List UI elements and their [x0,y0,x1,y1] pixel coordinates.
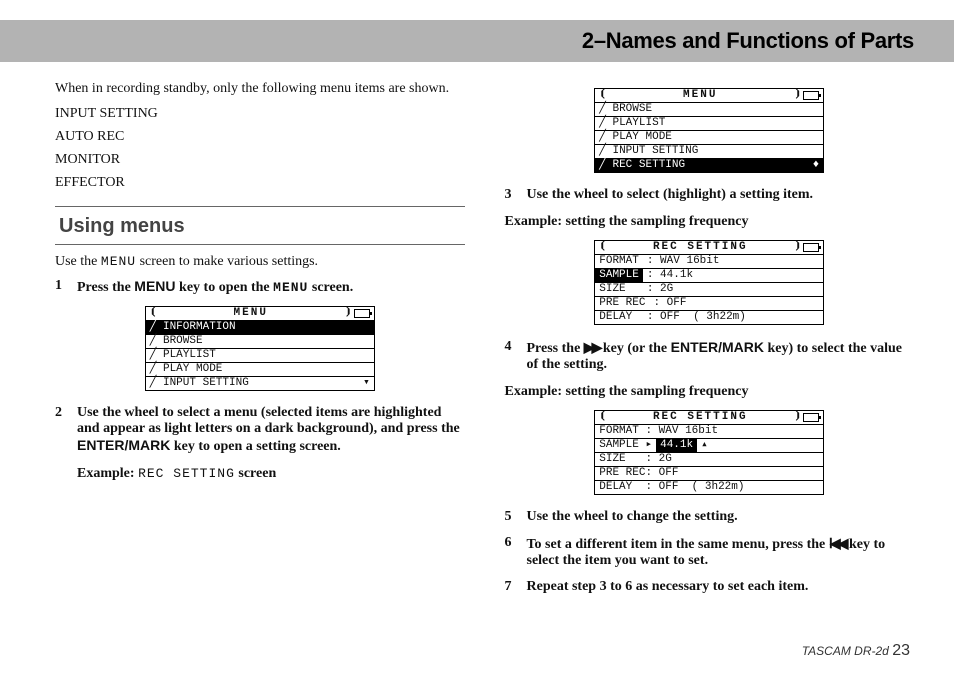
step-2: 2 Use the wheel to select a menu (select… [55,405,465,455]
lcd-row: SAMPLE: 44.1k [595,269,823,283]
step-6: 6 To set a different item in the same me… [505,535,915,569]
lcd-row: SIZE : 2G [595,283,823,297]
example-label: Example: setting the sampling frequency [505,383,915,402]
divider [55,244,465,245]
page-title: 2–Names and Functions of Parts [582,28,914,54]
lcd-row: ╱ PLAY MODE [595,131,823,145]
manual-page: 2–Names and Functions of Parts When in r… [0,0,954,680]
lcd-row: ╱ REC SETTING♦ [595,159,823,172]
scroll-icon: ♦ [813,160,820,171]
lcd-menu-2: ⦗MENU⦘ ╱ BROWSE ╱ PLAYLIST ╱ PLAY MODE ╱… [594,88,824,173]
lcd-row: DELAY : OFF ( 3h22m) [595,481,823,494]
menu-item: AUTO REC [55,128,465,147]
menu-label: MENU [101,254,136,269]
left-column: When in recording standby, only the foll… [55,80,465,640]
rewind-icon: Ⅰ◀◀ [829,535,846,551]
lcd-row: ╱ PLAYLIST [146,349,374,363]
battery-icon [354,309,370,318]
lcd-row: DELAY : OFF ( 3h22m) [595,311,823,324]
section-title: Using menus [55,215,465,238]
lcd-row: ╱ PLAY MODE [146,363,374,377]
footer: TASCAM DR-2d 23 [802,642,910,660]
battery-icon [803,91,819,100]
lcd-rec-setting-2: ⦗REC SETTING⦘ FORMAT : WAV 16bit SAMPLE … [594,410,824,495]
footer-model: TASCAM DR-2d [802,644,892,658]
content-columns: When in recording standby, only the foll… [55,80,914,640]
intro-text: When in recording standby, only the foll… [55,80,465,99]
lcd-rec-setting-1: ⦗REC SETTING⦘ FORMAT: WAV 16bit SAMPLE: … [594,240,824,325]
step-4: 4 Press the ▶▶ key (or the ENTER/MARK ke… [505,339,915,373]
menu-item: EFFECTOR [55,174,465,193]
header-bar: 2–Names and Functions of Parts [0,20,954,62]
lcd-row: ╱ INPUT SETTING [595,145,823,159]
lcd-row: SAMPLE ▸44.1k▴ [595,439,823,453]
lcd-row: SIZE : 2G [595,453,823,467]
example-label: Example: REC SETTING screen [77,465,465,484]
lcd-row: ╱ BROWSE [146,335,374,349]
menu-item: MONITOR [55,151,465,170]
step-7: 7 Repeat step 3 to 6 as necessary to set… [505,579,915,595]
lcd-row: PRE REC: OFF [595,297,823,311]
page-number: 23 [892,642,910,659]
step-1: 1 Press the MENU key to open the MENU sc… [55,278,465,296]
use-menu-text: Use the MENU screen to make various sett… [55,253,465,272]
example-label: Example: setting the sampling frequency [505,213,915,232]
battery-icon [803,243,819,252]
battery-icon [803,413,819,422]
lcd-row: ╱ BROWSE [595,103,823,117]
step-5: 5 Use the wheel to change the setting. [505,509,915,525]
lcd-row: ╱ INFORMATION [146,321,374,335]
lcd-row: PRE REC: OFF [595,467,823,481]
down-arrow-icon: ▾ [363,378,370,389]
divider [55,206,465,207]
lcd-row: ╱ INPUT SETTING▾ [146,377,374,390]
lcd-row: ╱ PLAYLIST [595,117,823,131]
lcd-row: FORMAT: WAV 16bit [595,255,823,269]
lcd-row: FORMAT : WAV 16bit [595,425,823,439]
right-column: ⦗MENU⦘ ╱ BROWSE ╱ PLAYLIST ╱ PLAY MODE ╱… [505,80,915,640]
lcd-menu-1: ⦗MENU⦘ ╱ INFORMATION ╱ BROWSE ╱ PLAYLIST… [145,306,375,391]
fast-forward-icon: ▶▶ [584,339,600,355]
step-3: 3 Use the wheel to select (highlight) a … [505,187,915,203]
menu-item: INPUT SETTING [55,105,465,124]
